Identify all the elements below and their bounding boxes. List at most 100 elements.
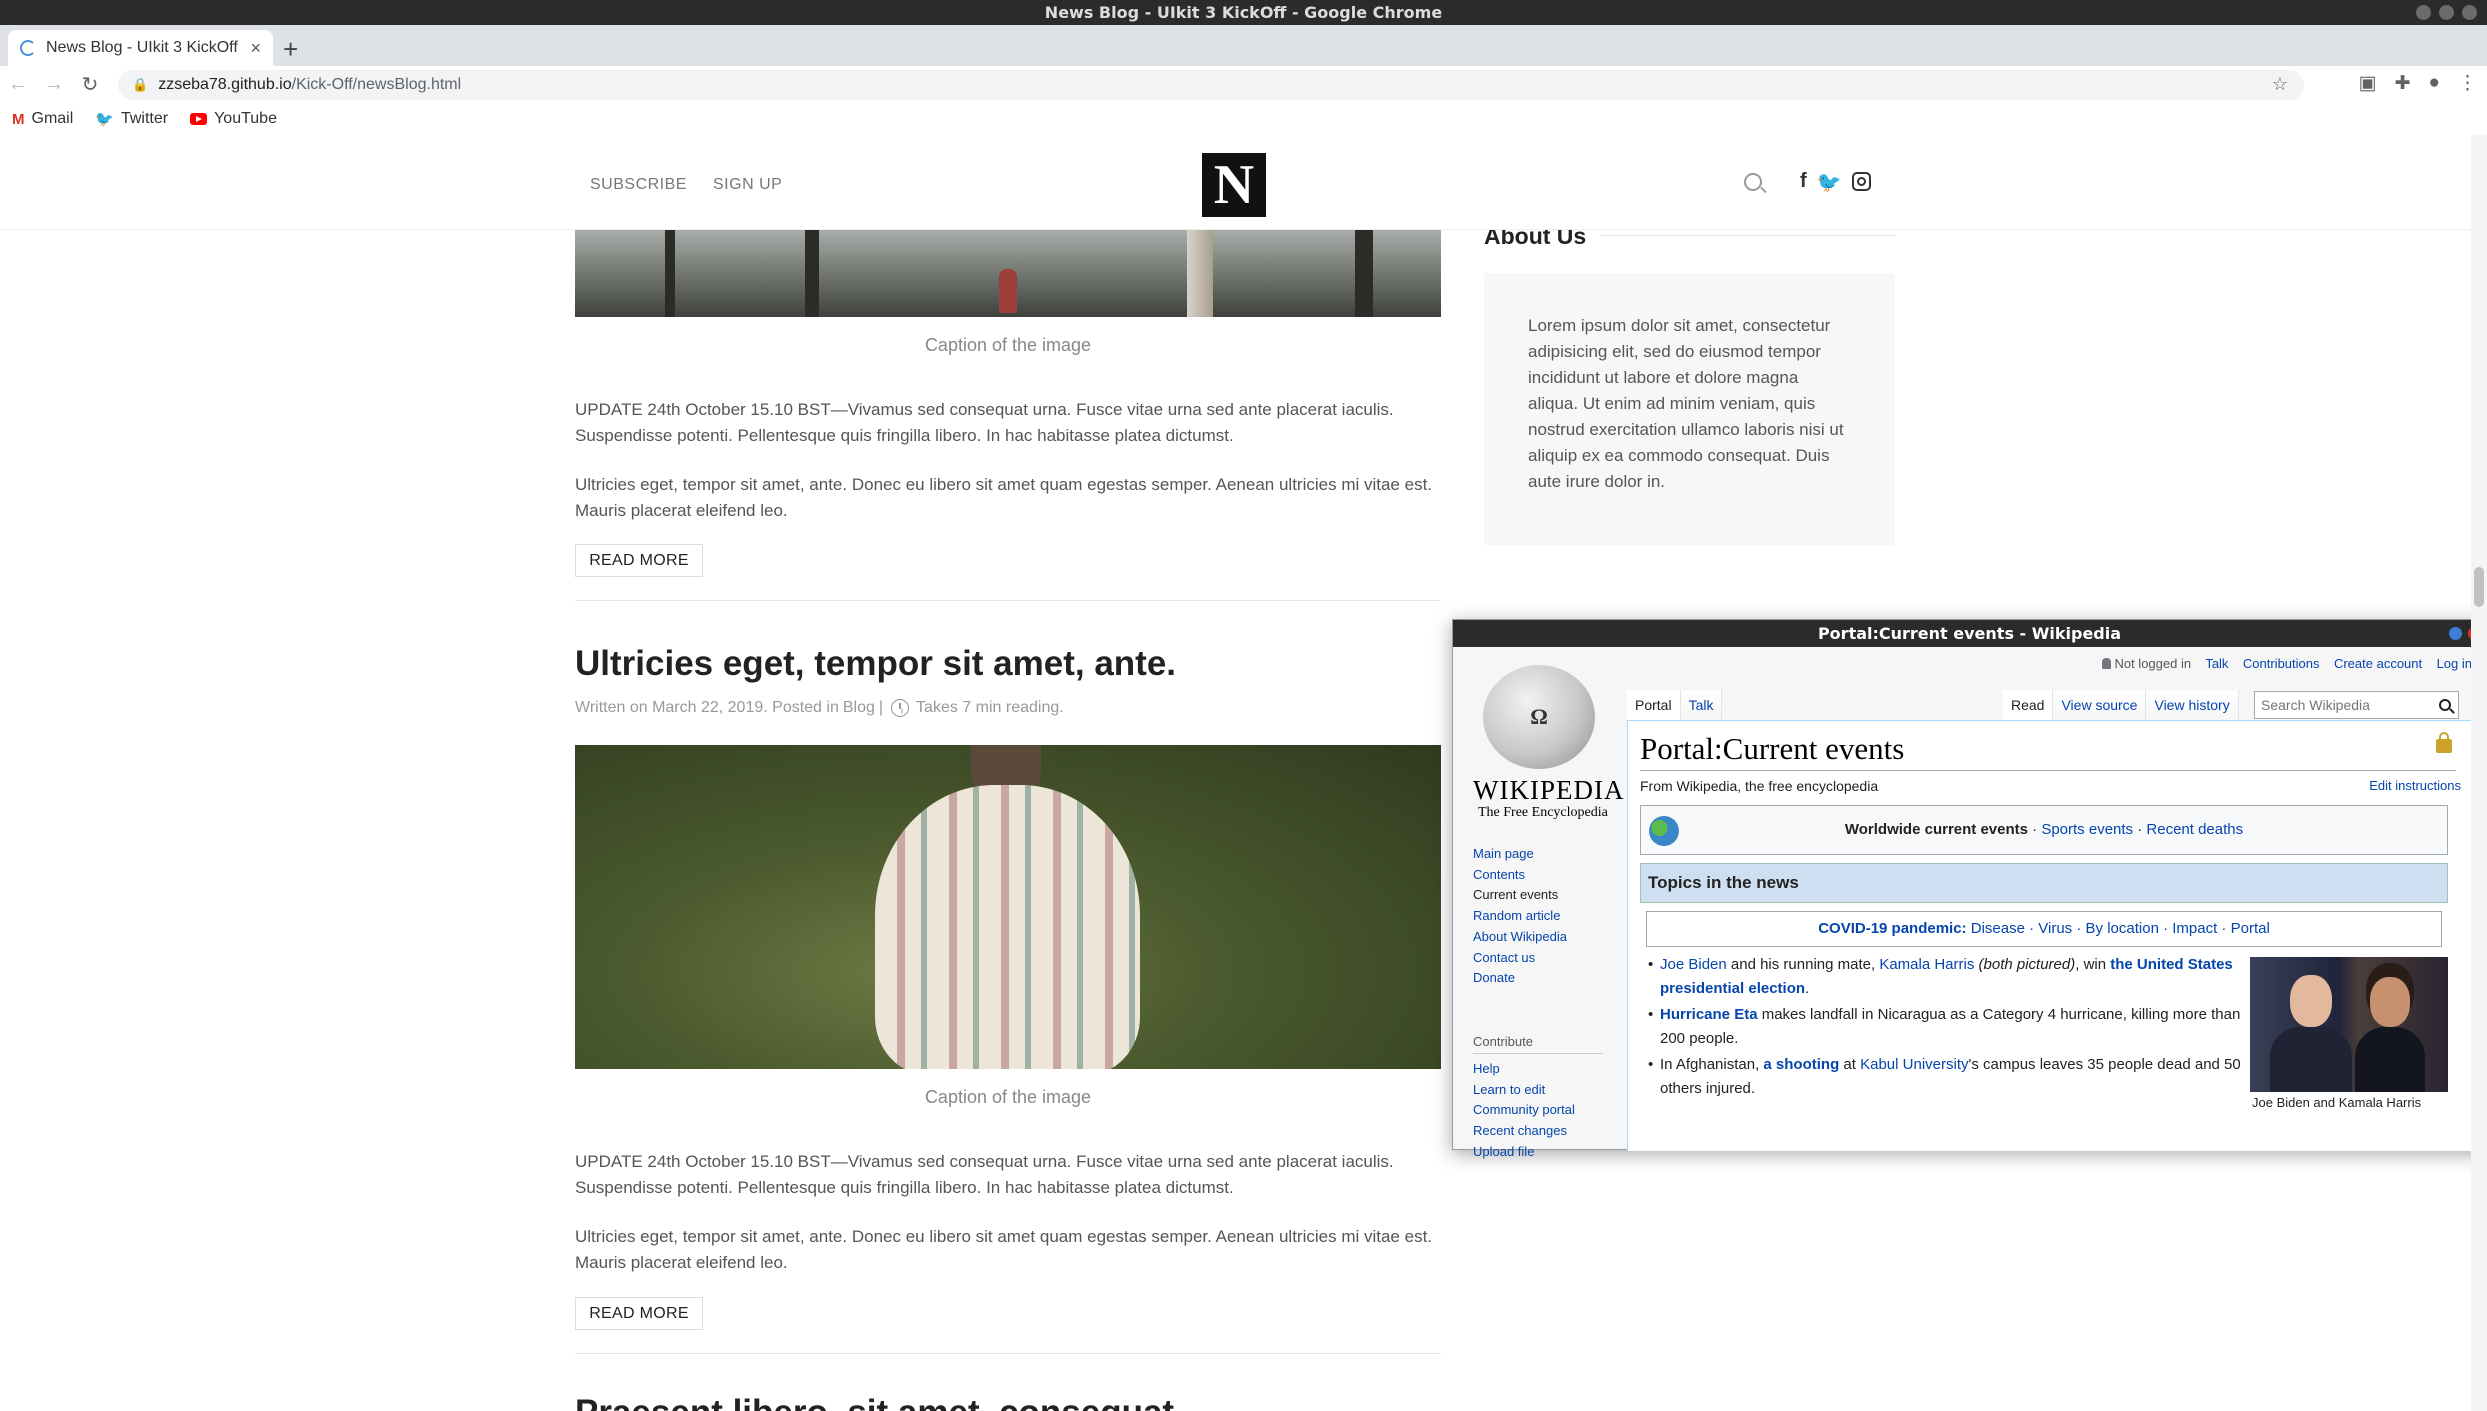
worldwide-events-link[interactable]: Worldwide current events: [1845, 821, 2028, 838]
title-rule: [1640, 770, 2456, 771]
covid-impact-link[interactable]: Impact: [2172, 920, 2217, 937]
back-icon[interactable]: ←: [0, 73, 36, 96]
tab-view-source[interactable]: View source: [2053, 690, 2147, 720]
sports-events-link[interactable]: Sports events: [2041, 821, 2133, 838]
reload-icon[interactable]: ↻: [72, 72, 108, 97]
figure: [2355, 1027, 2425, 1092]
contribute-heading: Contribute: [1473, 1034, 1533, 1049]
meta-category-link[interactable]: Blog: [843, 699, 875, 717]
extensions-puzzle-icon[interactable]: ✚: [2395, 72, 2411, 95]
read-more-button[interactable]: READ MORE: [575, 1297, 703, 1330]
covid-disease-link[interactable]: Disease: [1971, 920, 2025, 937]
tab-portal[interactable]: Portal: [1627, 690, 1681, 720]
nav-contact[interactable]: Contact us: [1473, 948, 1567, 969]
news-photo[interactable]: [2250, 957, 2448, 1092]
search-icon[interactable]: [2439, 699, 2451, 711]
window-controls[interactable]: [2416, 5, 2477, 20]
nav-main-page[interactable]: Main page: [1473, 844, 1567, 865]
new-tab-button[interactable]: +: [283, 34, 298, 65]
post-meta: Written on March 22, 2019. Posted in Blo…: [575, 699, 1064, 717]
bookmark-star-icon[interactable]: ☆: [2272, 74, 2288, 95]
wiki-search-input[interactable]: [2254, 691, 2459, 719]
login-link[interactable]: Log in: [2437, 656, 2472, 671]
covid-portal-link[interactable]: Portal: [2231, 920, 2270, 937]
nav-donate[interactable]: Donate: [1473, 968, 1567, 989]
browser-tab[interactable]: News Blog - UIkit 3 KickOff ×: [8, 30, 273, 66]
worldwide-events-links: Worldwide current events · Sports events…: [1641, 821, 2447, 838]
page-scrollbar[interactable]: [2471, 135, 2487, 1411]
tab-talk[interactable]: Talk: [1680, 690, 1723, 720]
tab-title: News Blog - UIkit 3 KickOff: [46, 39, 238, 56]
recent-deaths-link[interactable]: Recent deaths: [2146, 821, 2243, 838]
create-account-link[interactable]: Create account: [2334, 656, 2422, 671]
browser-toolbar: ← → ↻ 🔒 zzseba78.github.io/Kick-Off/news…: [0, 66, 2487, 103]
nav-contents[interactable]: Contents: [1473, 865, 1567, 886]
address-bar[interactable]: 🔒 zzseba78.github.io/Kick-Off/newsBlog.h…: [118, 70, 2304, 100]
nav-random-article[interactable]: Random article: [1473, 906, 1567, 927]
nav-about[interactable]: About Wikipedia: [1473, 927, 1567, 948]
protection-lock-icon[interactable]: [2436, 732, 2452, 753]
os-title-bar: News Blog - UIkit 3 KickOff - Google Chr…: [0, 0, 2487, 25]
meta-separator: |: [878, 699, 884, 716]
wikipedia-globe-logo[interactable]: Ω: [1483, 665, 1595, 769]
facebook-icon[interactable]: f: [1800, 170, 1807, 195]
read-more-button[interactable]: READ MORE: [575, 544, 703, 577]
tab-close-icon[interactable]: ×: [250, 38, 261, 59]
heading-rule: [1600, 235, 1895, 236]
scrollbar-thumb[interactable]: [2474, 567, 2484, 607]
nav-current-events[interactable]: Current events: [1473, 885, 1567, 906]
about-panel: Lorem ipsum dolor sit amet, consectetur …: [1484, 273, 1895, 545]
covid-bar: COVID-19 pandemic: Disease · Virus · By …: [1646, 911, 2442, 947]
nav-upload-file[interactable]: Upload file: [1473, 1142, 1575, 1163]
tab-read[interactable]: Read: [2003, 690, 2054, 720]
contributions-link[interactable]: Contributions: [2243, 656, 2320, 671]
bookmark-gmail[interactable]: M Gmail: [12, 110, 73, 128]
news-link[interactable]: a shooting: [1763, 1056, 1839, 1073]
news-text: and his running mate,: [1726, 956, 1880, 973]
news-link[interactable]: Kamala Harris: [1879, 956, 1974, 973]
twitter-icon[interactable]: 🐦: [1817, 170, 1842, 195]
bookmark-label: YouTube: [214, 110, 277, 127]
search-icon[interactable]: [1744, 173, 1762, 191]
bookmark-youtube[interactable]: YouTube: [190, 110, 277, 128]
tab-view-history[interactable]: View history: [2146, 690, 2239, 720]
wiki-title-bar[interactable]: Portal:Current events - Wikipedia: [1453, 620, 2486, 647]
lock-icon[interactable]: 🔒: [132, 77, 148, 93]
subscribe-link[interactable]: SUBSCRIBE: [590, 176, 687, 194]
news-link[interactable]: Kabul University: [1860, 1056, 1968, 1073]
edit-instructions-link[interactable]: Edit instructions: [2369, 778, 2461, 793]
covid-virus-link[interactable]: Virus: [2038, 920, 2072, 937]
signup-link[interactable]: SIGN UP: [713, 176, 782, 194]
nav-learn-to-edit[interactable]: Learn to edit: [1473, 1080, 1575, 1101]
not-logged-in: Not logged in: [2114, 656, 2192, 671]
nav-community-portal[interactable]: Community portal: [1473, 1100, 1575, 1121]
article-paragraph: Ultricies eget, tempor sit amet, ante. D…: [575, 1227, 1433, 1272]
url-host: zzseba78.github.io: [158, 76, 292, 93]
post-title[interactable]: Ultricies eget, tempor sit amet, ante.: [575, 644, 1176, 684]
wiki-view-tabs: Read View source View history: [2003, 690, 2239, 720]
news-link[interactable]: Joe Biden: [1660, 956, 1727, 973]
instagram-icon[interactable]: [1851, 172, 1871, 191]
talk-link[interactable]: Talk: [2205, 656, 2228, 671]
close-button[interactable]: [2462, 5, 2477, 20]
site-logo[interactable]: N: [1202, 153, 1266, 217]
figure: [2270, 1027, 2352, 1092]
covid-link[interactable]: COVID-19 pandemic:: [1818, 920, 1966, 937]
maximize-button[interactable]: [2449, 627, 2462, 640]
bookmark-twitter[interactable]: 🐦 Twitter: [95, 110, 168, 128]
covid-location-link[interactable]: By location: [2086, 920, 2159, 937]
topics-heading: Topics in the news: [1640, 863, 2448, 903]
news-link[interactable]: Hurricane Eta: [1660, 1006, 1758, 1023]
forward-icon[interactable]: →: [36, 73, 72, 96]
post-title[interactable]: Praesent libero, sit amet, consequat: [575, 1393, 1174, 1411]
extension-icon[interactable]: ▣: [2359, 72, 2377, 95]
meta-reading-time: Takes 7 min reading.: [916, 699, 1064, 716]
nav-recent-changes[interactable]: Recent changes: [1473, 1121, 1575, 1142]
maximize-button[interactable]: [2439, 5, 2454, 20]
profile-avatar-icon[interactable]: ●: [2429, 72, 2440, 95]
nav-help[interactable]: Help: [1473, 1059, 1575, 1080]
menu-kebab-icon[interactable]: ⋮: [2458, 72, 2477, 95]
article-paragraph: UPDATE 24th October 15.10 BST—Vivamus se…: [575, 1152, 1394, 1197]
minimize-button[interactable]: [2416, 5, 2431, 20]
wiki-sidebar: Ω Wikipedia The Free Encyclopedia Main p…: [1453, 647, 1627, 1159]
